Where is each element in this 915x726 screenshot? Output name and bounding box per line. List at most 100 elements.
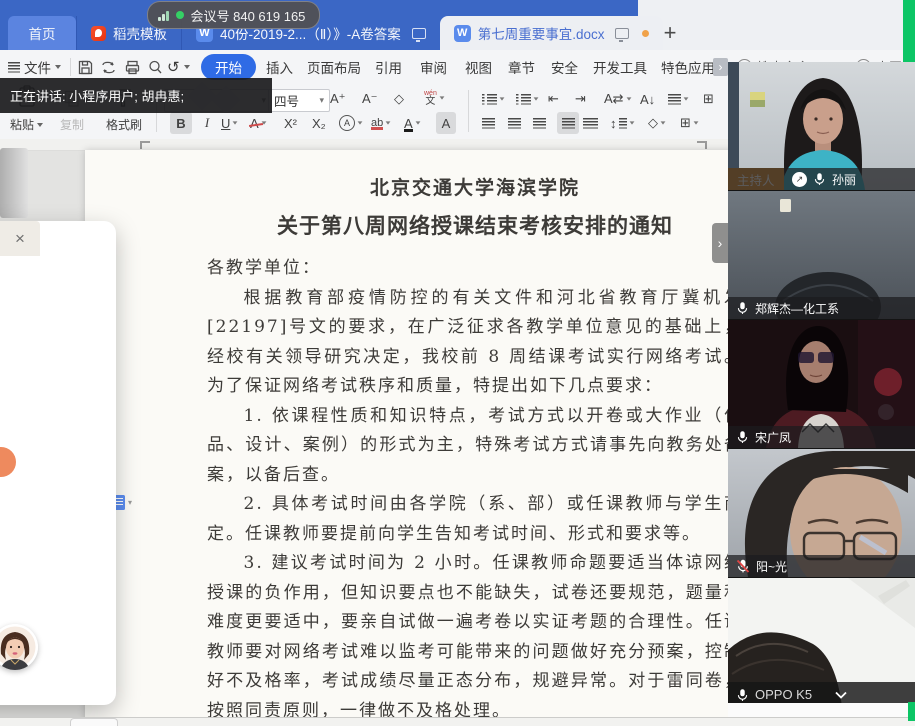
bold-button[interactable]: B: [170, 112, 192, 134]
menu-dev-tools[interactable]: 开发工具: [593, 50, 647, 84]
participant-name: 孙丽: [832, 171, 856, 188]
font-color-button[interactable]: A: [404, 112, 421, 134]
numbered-list-icon: [516, 94, 531, 105]
ruler-margin-marker[interactable]: [697, 141, 707, 149]
meeting-id-text: 会议号 840 619 165: [191, 6, 306, 25]
doc-salutation: 各教学单位：: [207, 254, 743, 284]
participant-name: 阳~光: [756, 558, 787, 575]
menu-security[interactable]: 安全: [551, 50, 578, 84]
format-painter-button[interactable]: 格式刷: [106, 116, 142, 133]
doc-paragraph: 3. 建议考试时间为 2 小时。任课教师命题要适当体谅网络授课的负作用，但知识要…: [207, 549, 743, 726]
paste-button[interactable]: 粘贴: [10, 116, 43, 133]
writer-doc-icon: W: [454, 25, 471, 42]
subscript-button[interactable]: X₂: [312, 112, 326, 134]
increase-indent-button[interactable]: ⇥: [575, 88, 586, 110]
chevron-down-icon[interactable]: [834, 691, 848, 699]
pinyin-guide-button[interactable]: wén文: [424, 87, 445, 109]
chat-avatar-orange[interactable]: [0, 447, 16, 477]
align-center-button[interactable]: [508, 112, 521, 134]
char-shading-button[interactable]: A: [436, 112, 456, 134]
decrease-indent-button[interactable]: ⇤: [548, 88, 559, 110]
titlebar: 首页 稻壳模板 W 40份-2019-2...（Ⅱ）》-A卷答案 W 第七周重要…: [0, 0, 915, 50]
line-spacing-button[interactable]: ↕: [610, 112, 635, 134]
printer-icon: [124, 59, 141, 76]
menu-page-layout[interactable]: 页面布局: [307, 50, 361, 84]
participant-name-bar: 宋广凤: [728, 426, 915, 448]
scrollbar-thumb[interactable]: [0, 148, 28, 218]
user-avatar[interactable]: [0, 624, 38, 670]
speaking-text: 正在讲话: 小程序用户; 胡冉惠;: [10, 86, 184, 105]
video-panel: 主持人 ↗ 孙丽: [728, 62, 915, 703]
font-size-combo[interactable]: 四号▾: [268, 89, 330, 112]
video-tile-zhenghuijie[interactable]: 郑辉杰—化工系: [728, 191, 915, 320]
show-marks-button[interactable]: [668, 88, 689, 110]
align-right-button[interactable]: [533, 112, 546, 134]
char-scale-button[interactable]: A⇄: [604, 88, 632, 110]
screen: 首页 稻壳模板 W 40份-2019-2...（Ⅱ）》-A卷答案 W 第七周重要…: [0, 0, 915, 726]
copy-button[interactable]: 复制: [60, 116, 84, 133]
align-right-icon: [533, 118, 546, 129]
monitor-icon: [615, 28, 629, 39]
participant-name-bar: 郑辉杰—化工系: [728, 297, 915, 319]
italic-button[interactable]: I: [197, 112, 217, 134]
new-tab-button[interactable]: +: [655, 18, 685, 48]
sort-button[interactable]: A↓: [640, 88, 655, 110]
chevron-right-icon: ›: [713, 58, 728, 76]
document-content: 北京交通大学海滨学院 关于第八周网络授课结束考核安排的通知 各教学单位： 根据教…: [207, 150, 743, 726]
tab-document-2-label: 第七周重要事宜.docx: [478, 23, 605, 43]
mic-on-icon: [736, 688, 749, 702]
menu-featured-apps[interactable]: 特色应用: [661, 50, 715, 84]
increase-font-button[interactable]: A⁺: [330, 88, 346, 110]
align-left-icon: [482, 118, 495, 129]
menu-review[interactable]: 审阅: [420, 50, 447, 84]
distribute-button[interactable]: [583, 112, 598, 134]
chevron-down-icon: [55, 65, 61, 69]
video-tile-songguangfeng[interactable]: 宋广凤: [728, 320, 915, 449]
tab-home[interactable]: 首页: [8, 16, 76, 50]
menu-references[interactable]: 引用: [375, 50, 402, 84]
bullet-list-button[interactable]: [482, 88, 505, 110]
tab-document-2-active[interactable]: W 第七周重要事宜.docx: [440, 16, 664, 50]
overlapping-chat-window[interactable]: ×: [0, 221, 116, 705]
chevron-down-icon: [184, 65, 190, 69]
mic-on-icon: [736, 430, 749, 444]
doc-paragraph: 1. 依课程性质和知识特点，考试方式以开卷或大作业（作品、设计、案例）的形式为主…: [207, 402, 743, 491]
enclosed-char-button[interactable]: A: [339, 112, 363, 134]
clear-format-button[interactable]: ◇: [394, 88, 404, 110]
strikethrough-button[interactable]: A: [250, 112, 267, 134]
justify-icon: [562, 118, 575, 129]
shading-button[interactable]: ◇: [648, 112, 666, 134]
mic-on-icon: [813, 172, 826, 186]
tab-home-label: 首页: [29, 23, 56, 43]
decrease-font-button[interactable]: A⁻: [362, 88, 378, 110]
menu-section[interactable]: 章节: [508, 50, 535, 84]
ruler-indent-marker[interactable]: [140, 141, 150, 149]
video-tile-yangguang[interactable]: 阳~光: [728, 449, 915, 578]
chevron-down-icon: [37, 123, 43, 127]
borders-button[interactable]: ⊞: [680, 112, 699, 134]
doc-paragraph: 根据教育部疫情防控的有关文件和河北省教育厅冀机发[22197]号文的要求，在广泛…: [207, 284, 743, 402]
menu-more-button[interactable]: ›: [713, 50, 728, 84]
chevron-right-icon: ›: [718, 235, 723, 251]
window-bottom-strip: [0, 717, 915, 726]
signal-icon: [158, 10, 169, 21]
doc-body: 各教学单位： 根据教育部疫情防控的有关文件和河北省教育厅冀机发[22197]号文…: [207, 254, 743, 726]
align-center-icon: [508, 118, 521, 129]
green-edge-bottom: [908, 702, 915, 721]
meeting-id-pill[interactable]: 会议号 840 619 165: [147, 1, 320, 29]
highlight-button[interactable]: ab: [371, 112, 391, 134]
menu-view[interactable]: 视图: [465, 50, 492, 84]
layout-grid-button[interactable]: ⊞: [703, 88, 714, 110]
superscript-button[interactable]: X²: [284, 112, 297, 134]
video-tile-sunli[interactable]: 主持人 ↗ 孙丽: [728, 62, 915, 191]
mic-muted-icon: [736, 559, 750, 573]
video-tile-oppo-k5[interactable]: OPPO K5: [728, 578, 915, 708]
underline-button[interactable]: U: [221, 112, 238, 134]
chevron-down-icon: ▾: [128, 498, 132, 507]
close-button[interactable]: ×: [0, 221, 40, 256]
align-left-button[interactable]: [482, 112, 495, 134]
screen-share-icon: ↗: [792, 172, 807, 187]
numbered-list-button[interactable]: [516, 88, 539, 110]
justify-button[interactable]: [557, 112, 579, 134]
expand-panel-button[interactable]: ›: [712, 223, 728, 263]
